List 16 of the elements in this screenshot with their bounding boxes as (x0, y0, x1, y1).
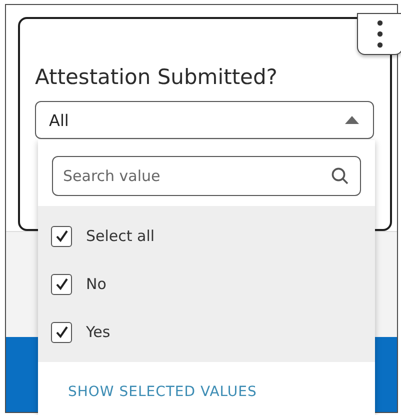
filter-title: Attestation Submitted? (35, 65, 278, 89)
search-field[interactable]: Search value (52, 156, 361, 196)
more-options-button[interactable] (357, 13, 401, 55)
check-icon (54, 229, 68, 243)
checkbox[interactable] (51, 226, 72, 246)
option-label[interactable]: Yes (86, 323, 110, 341)
check-icon (54, 325, 68, 339)
option-label[interactable]: Select all (86, 227, 155, 245)
show-selected-link[interactable]: SHOW SELECTED VALUES (68, 384, 375, 400)
option-label[interactable]: No (86, 275, 106, 293)
checkbox[interactable] (51, 274, 72, 294)
value-dropdown[interactable]: All (35, 101, 374, 139)
search-icon (331, 167, 349, 185)
kebab-menu-icon (376, 20, 384, 48)
checkbox[interactable] (51, 322, 72, 342)
check-icon (54, 277, 68, 291)
